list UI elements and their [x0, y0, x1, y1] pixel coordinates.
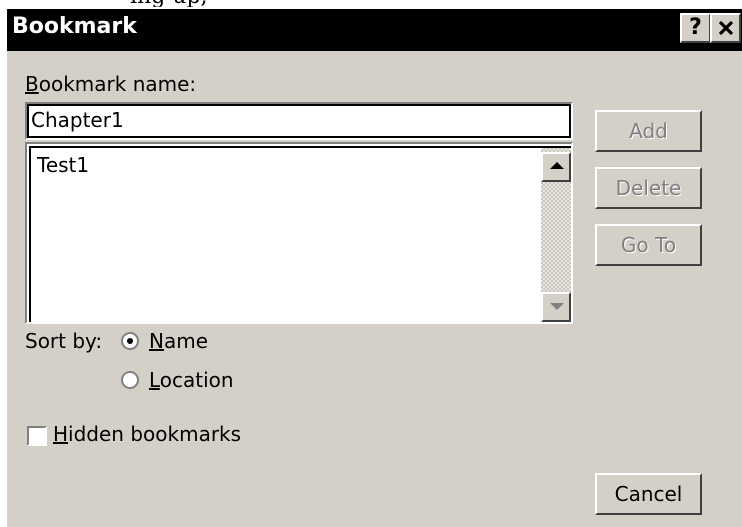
close-icon: [718, 20, 733, 36]
sort-location-radio[interactable]: [121, 371, 139, 389]
close-button[interactable]: [710, 13, 741, 43]
title-bar: Bookmark ?: [7, 9, 742, 51]
dialog-title: Bookmark: [12, 14, 137, 39]
list-item[interactable]: Test1: [37, 153, 89, 177]
goto-button[interactable]: Go To: [595, 224, 702, 266]
sort-name-radio[interactable]: [121, 332, 139, 350]
top-clipped-background-text: ing up,: [0, 0, 742, 7]
bookmark-dialog: Bookmark ? Bookmark name: Chapter1 Test1…: [5, 7, 742, 527]
cancel-button[interactable]: Cancel: [595, 473, 702, 515]
scroll-up-button[interactable]: [541, 152, 571, 182]
bookmark-list[interactable]: Test1: [25, 142, 573, 324]
bookmark-name-input[interactable]: Chapter1: [25, 102, 573, 140]
sort-name-label[interactable]: Name: [149, 329, 208, 353]
help-button[interactable]: ?: [680, 13, 711, 43]
add-button[interactable]: Add: [595, 110, 702, 152]
vertical-scrollbar[interactable]: [541, 148, 571, 322]
sort-location-label[interactable]: Location: [149, 368, 234, 392]
arrow-up-icon: [550, 162, 564, 169]
delete-button[interactable]: Delete: [595, 167, 702, 209]
arrow-down-icon: [550, 303, 564, 310]
radio-selected-dot: [127, 338, 133, 344]
scroll-down-button[interactable]: [541, 292, 571, 322]
hidden-bookmarks-checkbox[interactable]: [27, 426, 47, 446]
sort-by-label: Sort by:: [25, 329, 103, 353]
hidden-bookmarks-label[interactable]: Hidden bookmarks: [53, 422, 241, 446]
bookmark-name-label: Bookmark name:: [25, 72, 197, 96]
